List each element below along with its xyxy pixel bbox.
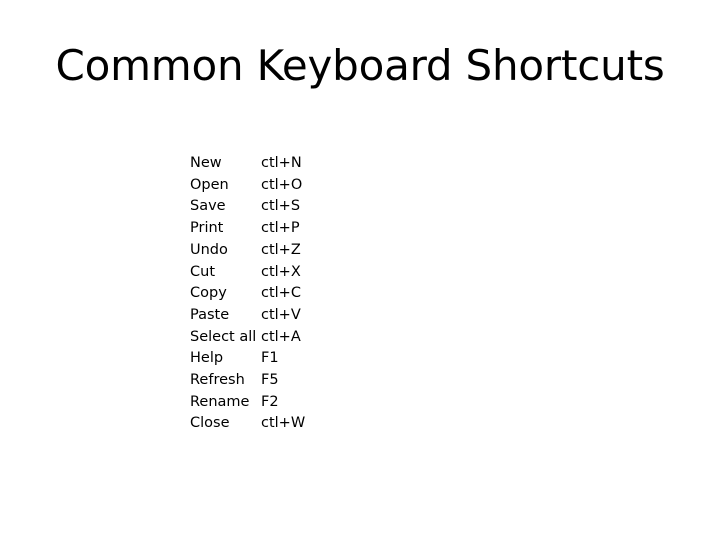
table-row: Help F1 bbox=[190, 348, 321, 370]
table-row: Select all ctl+A bbox=[190, 327, 321, 349]
shortcut-keys-label: ctl+W bbox=[261, 415, 306, 432]
table-row: New ctl+N bbox=[190, 153, 321, 175]
shortcut-command-label: Cut bbox=[190, 263, 215, 280]
shortcut-table-body: New ctl+N Open ctl+O Save ctl+S Print ctl+P Undo… bbox=[190, 153, 321, 435]
table-row: Open ctl+O bbox=[190, 175, 321, 197]
shortcut-command-label: Copy bbox=[190, 285, 227, 302]
shortcut-command-label: Open bbox=[190, 176, 229, 193]
shortcut-command-label: New bbox=[190, 155, 222, 171]
shortcut-keys-label: ctl+Z bbox=[261, 241, 301, 258]
shortcut-keys-label: ctl+N bbox=[261, 155, 302, 171]
keyboard-shortcuts-table: New ctl+N Open ctl+O Save ctl+S Print ctl+P Undo… bbox=[190, 153, 321, 435]
shortcut-command-label: Save bbox=[190, 198, 226, 215]
shortcut-keys-label: ctl+C bbox=[261, 285, 301, 302]
table-row: Copy ctl+C bbox=[190, 283, 321, 305]
table-row: Undo ctl+Z bbox=[190, 240, 321, 262]
shortcut-keys-label: ctl+X bbox=[261, 263, 301, 280]
shortcut-command-label: Rename bbox=[190, 393, 250, 410]
shortcut-keys-label: ctl+S bbox=[261, 198, 301, 215]
shortcut-keys-label: F5 bbox=[261, 372, 279, 389]
table-row: Print ctl+P bbox=[190, 218, 321, 240]
shortcut-command-label: Print bbox=[190, 220, 224, 237]
page-title: Common Keyboard Shortcuts bbox=[55, 41, 665, 90]
table-row: Paste ctl+V bbox=[190, 305, 321, 327]
shortcut-keys-label: ctl+O bbox=[261, 176, 303, 193]
shortcut-keys-label: ctl+A bbox=[261, 328, 301, 345]
table-row: Cut ctl+X bbox=[190, 262, 321, 284]
shortcut-command-label: Help bbox=[190, 350, 224, 367]
shortcut-keys-label: F2 bbox=[261, 393, 279, 410]
shortcut-keys-label: F1 bbox=[261, 350, 279, 367]
shortcut-command-label: Close bbox=[190, 415, 230, 432]
table-row: Refresh F5 bbox=[190, 370, 321, 392]
table-row: Save ctl+S bbox=[190, 196, 321, 218]
slide-canvas: Common Keyboard Shortcuts New ctl+N Open ct… bbox=[0, 0, 720, 540]
table-row: Rename F2 bbox=[190, 392, 321, 414]
shortcut-keys-label: ctl+P bbox=[261, 220, 300, 237]
shortcut-command-label: Refresh bbox=[190, 372, 245, 389]
shortcut-command-label: Undo bbox=[190, 241, 228, 258]
shortcut-command-label: Paste bbox=[190, 306, 230, 323]
table-row: Close ctl+W bbox=[190, 413, 321, 435]
shortcut-command-label: Select all bbox=[190, 328, 257, 345]
shortcut-keys-label: ctl+V bbox=[261, 306, 301, 323]
